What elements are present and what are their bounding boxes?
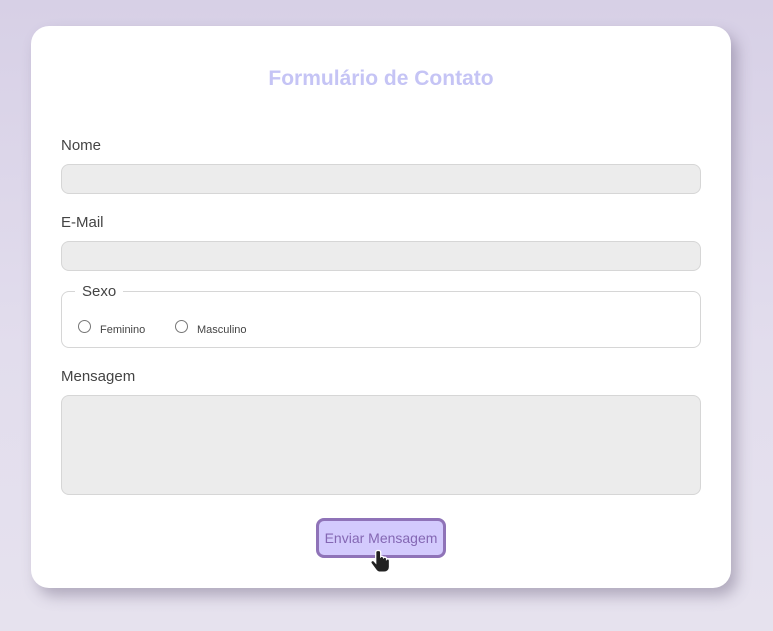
masculino-label: Masculino xyxy=(197,323,247,336)
form-title: Formulário de Contato xyxy=(268,67,494,90)
hand-pointer-icon xyxy=(370,549,391,573)
sex-option-masculino[interactable]: Masculino xyxy=(175,320,247,336)
sex-fieldset: Sexo Feminino Masculino xyxy=(61,283,701,348)
email-input[interactable] xyxy=(61,241,701,271)
name-label: Nome xyxy=(61,137,102,154)
name-input[interactable] xyxy=(61,164,701,194)
sex-legend: Sexo xyxy=(75,283,124,301)
contact-form-card: Formulário de Contato Nome E-Mail Sexo F… xyxy=(31,26,731,588)
masculino-radio[interactable] xyxy=(175,320,188,333)
email-label: E-Mail xyxy=(61,214,104,231)
feminino-label: Feminino xyxy=(100,323,146,336)
message-textarea[interactable] xyxy=(61,395,701,495)
message-label: Mensagem xyxy=(61,368,136,385)
sex-option-feminino[interactable]: Feminino xyxy=(78,320,146,336)
feminino-radio[interactable] xyxy=(78,320,91,333)
